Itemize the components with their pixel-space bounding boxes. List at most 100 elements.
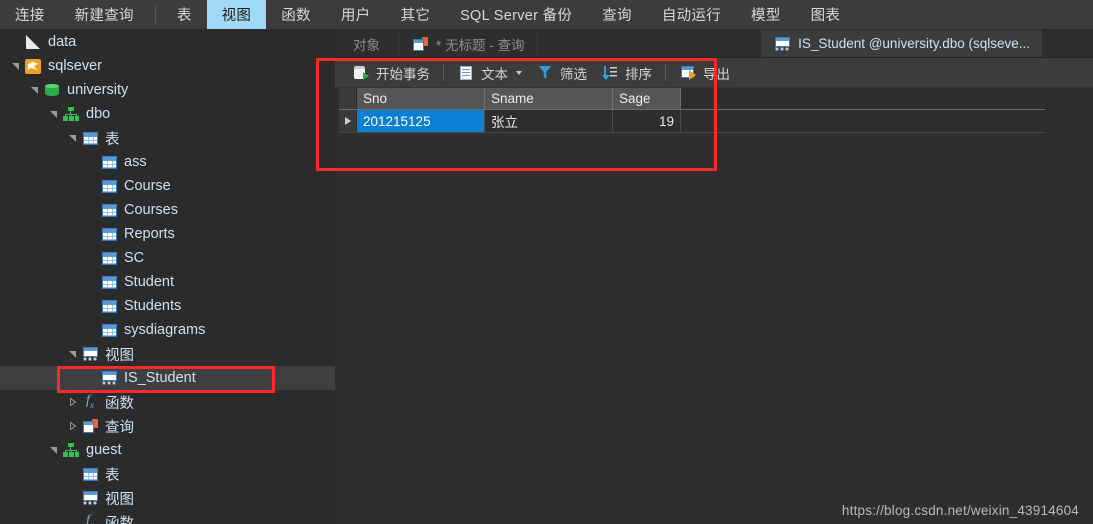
tree-item-视图[interactable]: 视图 [0, 342, 335, 366]
tree-item-sqlsever[interactable]: sqlsever [0, 54, 335, 78]
toolbar-button-3[interactable]: 排序 [594, 61, 659, 85]
menu-item-11[interactable]: 图表 [796, 0, 856, 29]
tree-item-guest[interactable]: guest [0, 438, 335, 462]
grid-row[interactable]: 201215125 张立 19 [339, 110, 1045, 133]
toolbar-button-4[interactable]: 导出 [672, 61, 737, 85]
result-grid-body[interactable]: 201215125 张立 19 [339, 110, 1045, 133]
query-icon [81, 417, 99, 435]
grid-cell-Sname[interactable]: 张立 [485, 110, 613, 132]
tree-item-dbo[interactable]: dbo [0, 102, 335, 126]
tree-item-label: sysdiagrams [124, 322, 206, 338]
chevron-right-icon[interactable] [65, 414, 81, 438]
menubar-separator [154, 5, 156, 24]
menu-item-7[interactable]: SQL Server 备份 [445, 0, 587, 29]
tree-item-Courses[interactable]: Courses [0, 198, 335, 222]
menu-item-6[interactable]: 其它 [385, 0, 445, 29]
table-icon [100, 297, 118, 315]
main-menubar: 连接 新建查询表视图 函数 用户 其它 SQL Server 备份 查询 自动运行 模型 图表 [0, 0, 1093, 30]
tree-item-视图[interactable]: 视图 [0, 486, 335, 510]
editor-panel: 对象 * 无标题 - 查询 IS_Student @university.dbo (… [335, 30, 1093, 524]
view-icon [100, 369, 118, 387]
editor-tab-1[interactable]: * 无标题 - 查询 [399, 30, 538, 57]
tree-item-label: IS_Student [124, 370, 196, 386]
tree-item-label: 视图 [105, 491, 134, 508]
tree-item-表[interactable]: 表 [0, 126, 335, 150]
tree-item-university[interactable]: university [0, 78, 335, 102]
menu-item-9[interactable]: 自动运行 [647, 0, 736, 29]
result-grid[interactable]: Sno Sname Sage 201215125 张立 19 [339, 88, 1045, 133]
tree-item-label: data [48, 34, 77, 50]
tree-item-label: Reports [124, 226, 175, 242]
filter-icon [536, 64, 554, 82]
view-icon [81, 489, 99, 507]
chevron-down-icon[interactable] [8, 54, 24, 78]
tree-item-SC[interactable]: SC [0, 246, 335, 270]
menu-item-1[interactable]: 新建查询 [60, 0, 149, 29]
menu-item-0[interactable]: 连接 [0, 0, 60, 29]
row-indicator-arrow-icon[interactable] [339, 110, 357, 132]
grid-column-header-Sname[interactable]: Sname [485, 88, 613, 109]
menu-item-3[interactable]: 视图 [206, 0, 267, 29]
view-icon [773, 35, 791, 53]
tree-item-函数[interactable]: fx 函数 [0, 390, 335, 414]
chevron-down-icon[interactable] [65, 126, 81, 150]
editor-tab-0[interactable]: 对象 [335, 30, 399, 57]
chevron-down-icon[interactable] [516, 70, 522, 75]
tabstrip-spacer [538, 30, 762, 57]
table-icon [100, 321, 118, 339]
object-tree-sidebar[interactable]: data sqlsever university dbo 表 ass Course Cours… [0, 30, 335, 524]
result-grid-toolbar[interactable]: 开始事务 文本 筛选 排序 导出 [335, 58, 1093, 88]
result-grid-header: Sno Sname Sage [339, 88, 1045, 110]
export-icon [679, 64, 697, 82]
tree-item-label: ass [124, 154, 147, 170]
table-icon [100, 273, 118, 291]
chevron-down-icon[interactable] [65, 342, 81, 366]
sort-icon [601, 64, 619, 82]
menu-item-8[interactable]: 查询 [587, 0, 647, 29]
tree-item-Course[interactable]: Course [0, 174, 335, 198]
toolbar-button-1[interactable]: 文本 [450, 61, 529, 85]
tree-item-Student[interactable]: Student [0, 270, 335, 294]
tree-item-data[interactable]: data [0, 30, 335, 54]
grid-cell-Sage[interactable]: 19 [613, 110, 681, 132]
toolbar-button-0[interactable]: 开始事务 [345, 61, 437, 85]
editor-tabstrip[interactable]: 对象 * 无标题 - 查询 IS_Student @university.dbo (… [335, 30, 1093, 58]
tree-item-label: 表 [105, 467, 120, 484]
tree-item-表[interactable]: 表 [0, 462, 335, 486]
grid-column-header-Sno[interactable]: Sno [357, 88, 485, 109]
chevron-right-icon[interactable] [65, 390, 81, 414]
grid-row-filler [681, 110, 1045, 132]
tree-item-sysdiagrams[interactable]: sysdiagrams [0, 318, 335, 342]
table-icon [100, 225, 118, 243]
menu-item-2[interactable]: 表 [162, 0, 207, 29]
chevron-down-icon[interactable] [46, 438, 62, 462]
chevron-down-icon[interactable] [46, 102, 62, 126]
application-window: 连接 新建查询表视图 函数 用户 其它 SQL Server 备份 查询 自动运行 模型 图表 d… [0, 0, 1093, 524]
toolbar-button-2[interactable]: 筛选 [529, 61, 594, 85]
menu-item-5[interactable]: 用户 [326, 0, 386, 29]
chevron-down-icon[interactable] [27, 78, 43, 102]
data-icon [24, 33, 42, 51]
menu-item-4[interactable]: 函数 [266, 0, 326, 29]
tree-item-Students[interactable]: Students [0, 294, 335, 318]
editor-tab-label: * 无标题 - 查询 [436, 37, 525, 53]
grid-column-header-Sage[interactable]: Sage [613, 88, 681, 109]
tree-item-Reports[interactable]: Reports [0, 222, 335, 246]
editor-tab-2[interactable]: IS_Student @university.dbo (sqlseve... [761, 30, 1043, 57]
menu-item-10[interactable]: 模型 [736, 0, 796, 29]
tree-item-查询[interactable]: 查询 [0, 414, 335, 438]
grid-cell-Sno[interactable]: 201215125 [357, 110, 485, 132]
grid-corner-cell[interactable] [339, 88, 357, 109]
tree-item-label: dbo [86, 106, 111, 122]
tree-item-ass[interactable]: ass [0, 150, 335, 174]
tree-item-IS_Student[interactable]: IS_Student [0, 366, 335, 390]
tree-item-函数[interactable]: fx 函数 [0, 510, 335, 524]
editor-tab-label: 对象 [353, 37, 380, 53]
